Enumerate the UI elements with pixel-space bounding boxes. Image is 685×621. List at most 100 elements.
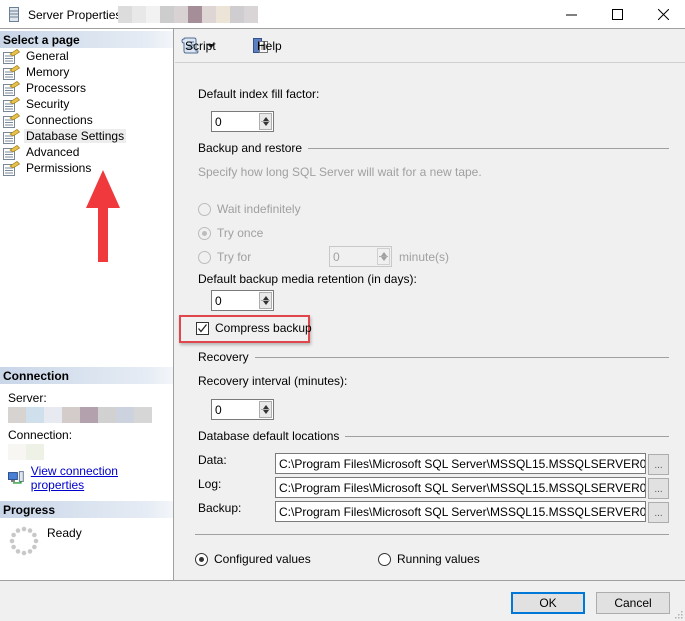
- red-arrow-annotation: [86, 170, 120, 262]
- property-page-icon: [3, 112, 20, 128]
- property-page-icon: [3, 160, 20, 176]
- property-page-icon: [3, 96, 20, 112]
- select-page-header: Select a page: [0, 31, 173, 48]
- help-label: Help: [257, 38, 282, 53]
- default-locations-group: Database default locations: [198, 429, 669, 443]
- spinner-dot: [21, 526, 27, 532]
- log-location-input[interactable]: C:\Program Files\Microsoft SQL Server\MS…: [275, 477, 646, 498]
- redacted-block: [202, 6, 216, 23]
- close-button[interactable]: [640, 0, 685, 28]
- radio-circle[interactable]: [198, 202, 211, 216]
- spinner-dot: [32, 532, 37, 538]
- default-locations-title: Database default locations: [198, 429, 340, 443]
- retention-label: Default backup media retention (in days)…: [198, 272, 417, 286]
- title-bar: Server Properties: [0, 0, 685, 29]
- redacted-server-name: [118, 6, 258, 23]
- page-item-label: Database Settings: [24, 129, 127, 143]
- left-panel: Select a page General Memory Processors Sec…: [0, 29, 174, 580]
- checkbox-box[interactable]: [196, 321, 209, 335]
- spinner-dot: [11, 544, 16, 550]
- separator: [195, 534, 669, 535]
- page-item-database-settings[interactable]: Database Settings: [0, 128, 127, 144]
- redacted-block: [174, 6, 188, 23]
- ok-button[interactable]: OK: [511, 592, 585, 614]
- close-icon: [657, 8, 669, 20]
- log-location-browse-button[interactable]: ...: [648, 478, 669, 499]
- minimize-button[interactable]: [548, 0, 594, 28]
- recovery-interval-spinner[interactable]: 0: [211, 399, 274, 420]
- radio-circle[interactable]: [195, 552, 208, 566]
- redacted-block: [244, 6, 258, 23]
- redacted-block: [118, 6, 132, 23]
- try-for-spin-buttons[interactable]: [377, 248, 390, 265]
- script-button[interactable]: Script: [181, 37, 218, 54]
- help-button[interactable]: Help: [253, 37, 282, 54]
- page-item-label: Permissions: [26, 161, 92, 175]
- spinner-dot: [32, 544, 37, 550]
- log-location-label: Log:: [198, 477, 222, 491]
- recovery-interval-label: Recovery interval (minutes):: [198, 374, 348, 388]
- page-item-processors[interactable]: Processors: [0, 80, 126, 96]
- page-item-security[interactable]: Security: [0, 96, 126, 112]
- radio-circle[interactable]: [198, 250, 211, 264]
- redacted-server-value: [8, 407, 152, 423]
- retention-spinner[interactable]: 0: [211, 290, 274, 311]
- cancel-button[interactable]: Cancel: [596, 592, 670, 614]
- progress-header: Progress: [0, 501, 173, 518]
- redacted-block: [146, 6, 160, 23]
- checkmark-icon: [198, 323, 208, 333]
- view-connection-properties[interactable]: View connection properties: [8, 464, 173, 492]
- running-values-radio[interactable]: Running values: [378, 552, 480, 566]
- try-for-value[interactable]: 0: [333, 250, 340, 264]
- maximize-button[interactable]: [594, 0, 640, 28]
- data-location-input[interactable]: C:\Program Files\Microsoft SQL Server\MS…: [275, 453, 646, 474]
- backup-location-browse-button[interactable]: ...: [648, 502, 669, 523]
- data-location-label: Data:: [198, 453, 227, 467]
- redacted-block: [216, 6, 230, 23]
- page-item-connections[interactable]: Connections: [0, 112, 126, 128]
- redacted-block: [26, 444, 44, 460]
- wait-indefinitely-radio[interactable]: Wait indefinitely: [198, 202, 301, 216]
- fill-factor-label: Default index fill factor:: [198, 87, 320, 101]
- window-title: Server Properties: [28, 8, 122, 22]
- try-for-minutes-spinner[interactable]: 0: [329, 246, 392, 267]
- radio-circle[interactable]: [198, 226, 211, 240]
- page-item-memory[interactable]: Memory: [0, 64, 126, 80]
- fill-factor-value[interactable]: 0: [215, 115, 222, 129]
- view-connection-properties-link[interactable]: View connection properties: [31, 464, 173, 492]
- backup-location-input[interactable]: C:\Program Files\Microsoft SQL Server\MS…: [275, 501, 646, 522]
- data-location-browse-button[interactable]: ...: [648, 454, 669, 475]
- minimize-icon: [565, 14, 577, 15]
- page-item-general[interactable]: General: [0, 48, 126, 64]
- backup-location-label: Backup:: [198, 501, 242, 515]
- try-for-radio[interactable]: Try for: [198, 250, 251, 264]
- redacted-block: [98, 407, 116, 423]
- property-page-icon: [3, 48, 20, 64]
- retention-value[interactable]: 0: [215, 294, 222, 308]
- try-once-radio[interactable]: Try once: [198, 226, 263, 240]
- redacted-block: [80, 407, 98, 423]
- compress-backup-checkbox[interactable]: Compress backup: [196, 321, 312, 335]
- connection-label: Connection:: [8, 428, 73, 442]
- configured-values-label: Configured values: [214, 552, 311, 566]
- resize-grip-icon[interactable]: [675, 611, 683, 619]
- progress-spinner-icon: [9, 526, 39, 556]
- recovery-interval-spin-buttons[interactable]: [259, 401, 272, 418]
- radio-circle[interactable]: [378, 552, 391, 566]
- retention-spin-buttons[interactable]: [259, 292, 272, 309]
- redacted-block: [134, 407, 152, 423]
- redacted-block: [132, 6, 146, 23]
- try-once-label: Try once: [217, 226, 264, 240]
- redacted-block: [160, 6, 174, 23]
- fill-factor-spinner[interactable]: 0: [211, 111, 274, 132]
- server-label: Server:: [8, 391, 47, 405]
- running-values-label: Running values: [397, 552, 480, 566]
- compress-backup-label: Compress backup: [215, 321, 312, 335]
- recovery-interval-value[interactable]: 0: [215, 403, 222, 417]
- configured-values-radio[interactable]: Configured values: [195, 552, 311, 566]
- redacted-block: [116, 407, 134, 423]
- redacted-connection-value: [8, 444, 44, 460]
- fill-factor-spin-buttons[interactable]: [259, 113, 272, 130]
- page-item-advanced[interactable]: Advanced: [0, 144, 126, 160]
- backup-restore-description: Specify how long SQL Server will wait fo…: [198, 165, 482, 179]
